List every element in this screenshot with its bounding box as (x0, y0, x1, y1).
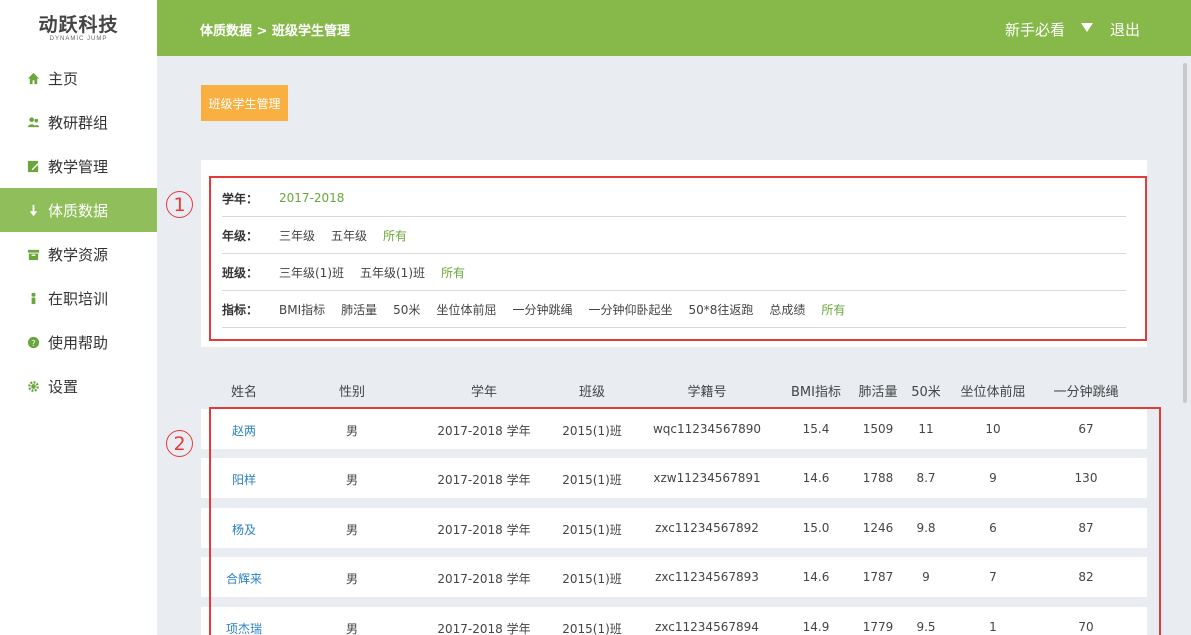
help-link[interactable]: 新手必看 (1005, 19, 1065, 40)
annotation-number-1: 1 (166, 191, 193, 218)
person-icon (26, 291, 40, 305)
help-icon: ? (26, 335, 40, 349)
sidebar-item-groups[interactable]: 教研群组 (0, 100, 157, 144)
sidebar-item-settings[interactable]: 设置 (0, 364, 157, 408)
annotation-box-1 (209, 176, 1147, 341)
sidebar-item-label: 教学管理 (48, 157, 109, 176)
sidebar-item-training[interactable]: 在职培训 (0, 276, 157, 320)
column-header: 学籍号 (687, 385, 727, 400)
caret-down-icon[interactable] (1081, 23, 1093, 32)
sidebar-item-fitness-data[interactable]: 体质数据 (0, 188, 157, 232)
column-header: 坐位体前屈 (960, 385, 1026, 400)
group-icon (26, 115, 40, 129)
table-header: 姓名 性别 学年 班级 学籍号 BMI指标 肺活量 50米 坐位体前屈 一分钟跳… (201, 370, 1147, 408)
annotation-number-2: 2 (166, 430, 193, 457)
annotation-box-2 (209, 407, 1161, 635)
logout-link[interactable]: 退出 (1110, 19, 1140, 40)
edit-icon (26, 159, 40, 173)
sidebar-item-label: 在职培训 (48, 289, 109, 308)
sidebar-item-label: 教学资源 (48, 245, 109, 264)
sidebar-item-resources[interactable]: 教学资源 (0, 232, 157, 276)
column-header: 一分钟跳绳 (1053, 385, 1119, 400)
vertical-scrollbar[interactable] (1183, 63, 1187, 403)
column-header: BMI指标 (791, 385, 841, 400)
box-icon (26, 247, 40, 261)
top-bar: 体质数据 > 班级学生管理 新手必看 退出 (157, 0, 1191, 56)
column-header: 班级 (578, 385, 606, 400)
column-header: 姓名 (230, 385, 258, 400)
sidebar-item-label: 主页 (48, 69, 79, 88)
sidebar-item-label: 教研群组 (48, 113, 109, 132)
column-header: 50米 (911, 385, 941, 400)
breadcrumb: 体质数据 > 班级学生管理 (200, 24, 350, 39)
sidebar-item-home[interactable]: 主页 (0, 56, 157, 100)
sidebar-item-help[interactable]: ? 使用帮助 (0, 320, 157, 364)
sidebar: 动跃科技 DYNAMIC JUMP 主页 教研群组 教学管理 体质数据 教学资源 (0, 0, 157, 635)
sidebar-item-label: 体质数据 (48, 201, 109, 220)
class-student-management-button[interactable]: 班级学生管理 (201, 85, 288, 121)
logo-main-text: 动跃科技 (38, 13, 119, 36)
fitness-icon (26, 203, 40, 217)
sidebar-item-teaching[interactable]: 教学管理 (0, 144, 157, 188)
column-header: 学年 (470, 385, 498, 400)
gear-icon (26, 379, 40, 393)
sidebar-item-label: 设置 (48, 377, 79, 396)
column-header: 性别 (338, 385, 366, 400)
svg-text:?: ? (31, 337, 35, 347)
column-header: 肺活量 (858, 385, 898, 400)
logo-sub-text: DYNAMIC JUMP (49, 35, 108, 42)
logo: 动跃科技 DYNAMIC JUMP (0, 0, 157, 56)
sidebar-item-label: 使用帮助 (48, 333, 109, 352)
home-icon (26, 71, 40, 85)
